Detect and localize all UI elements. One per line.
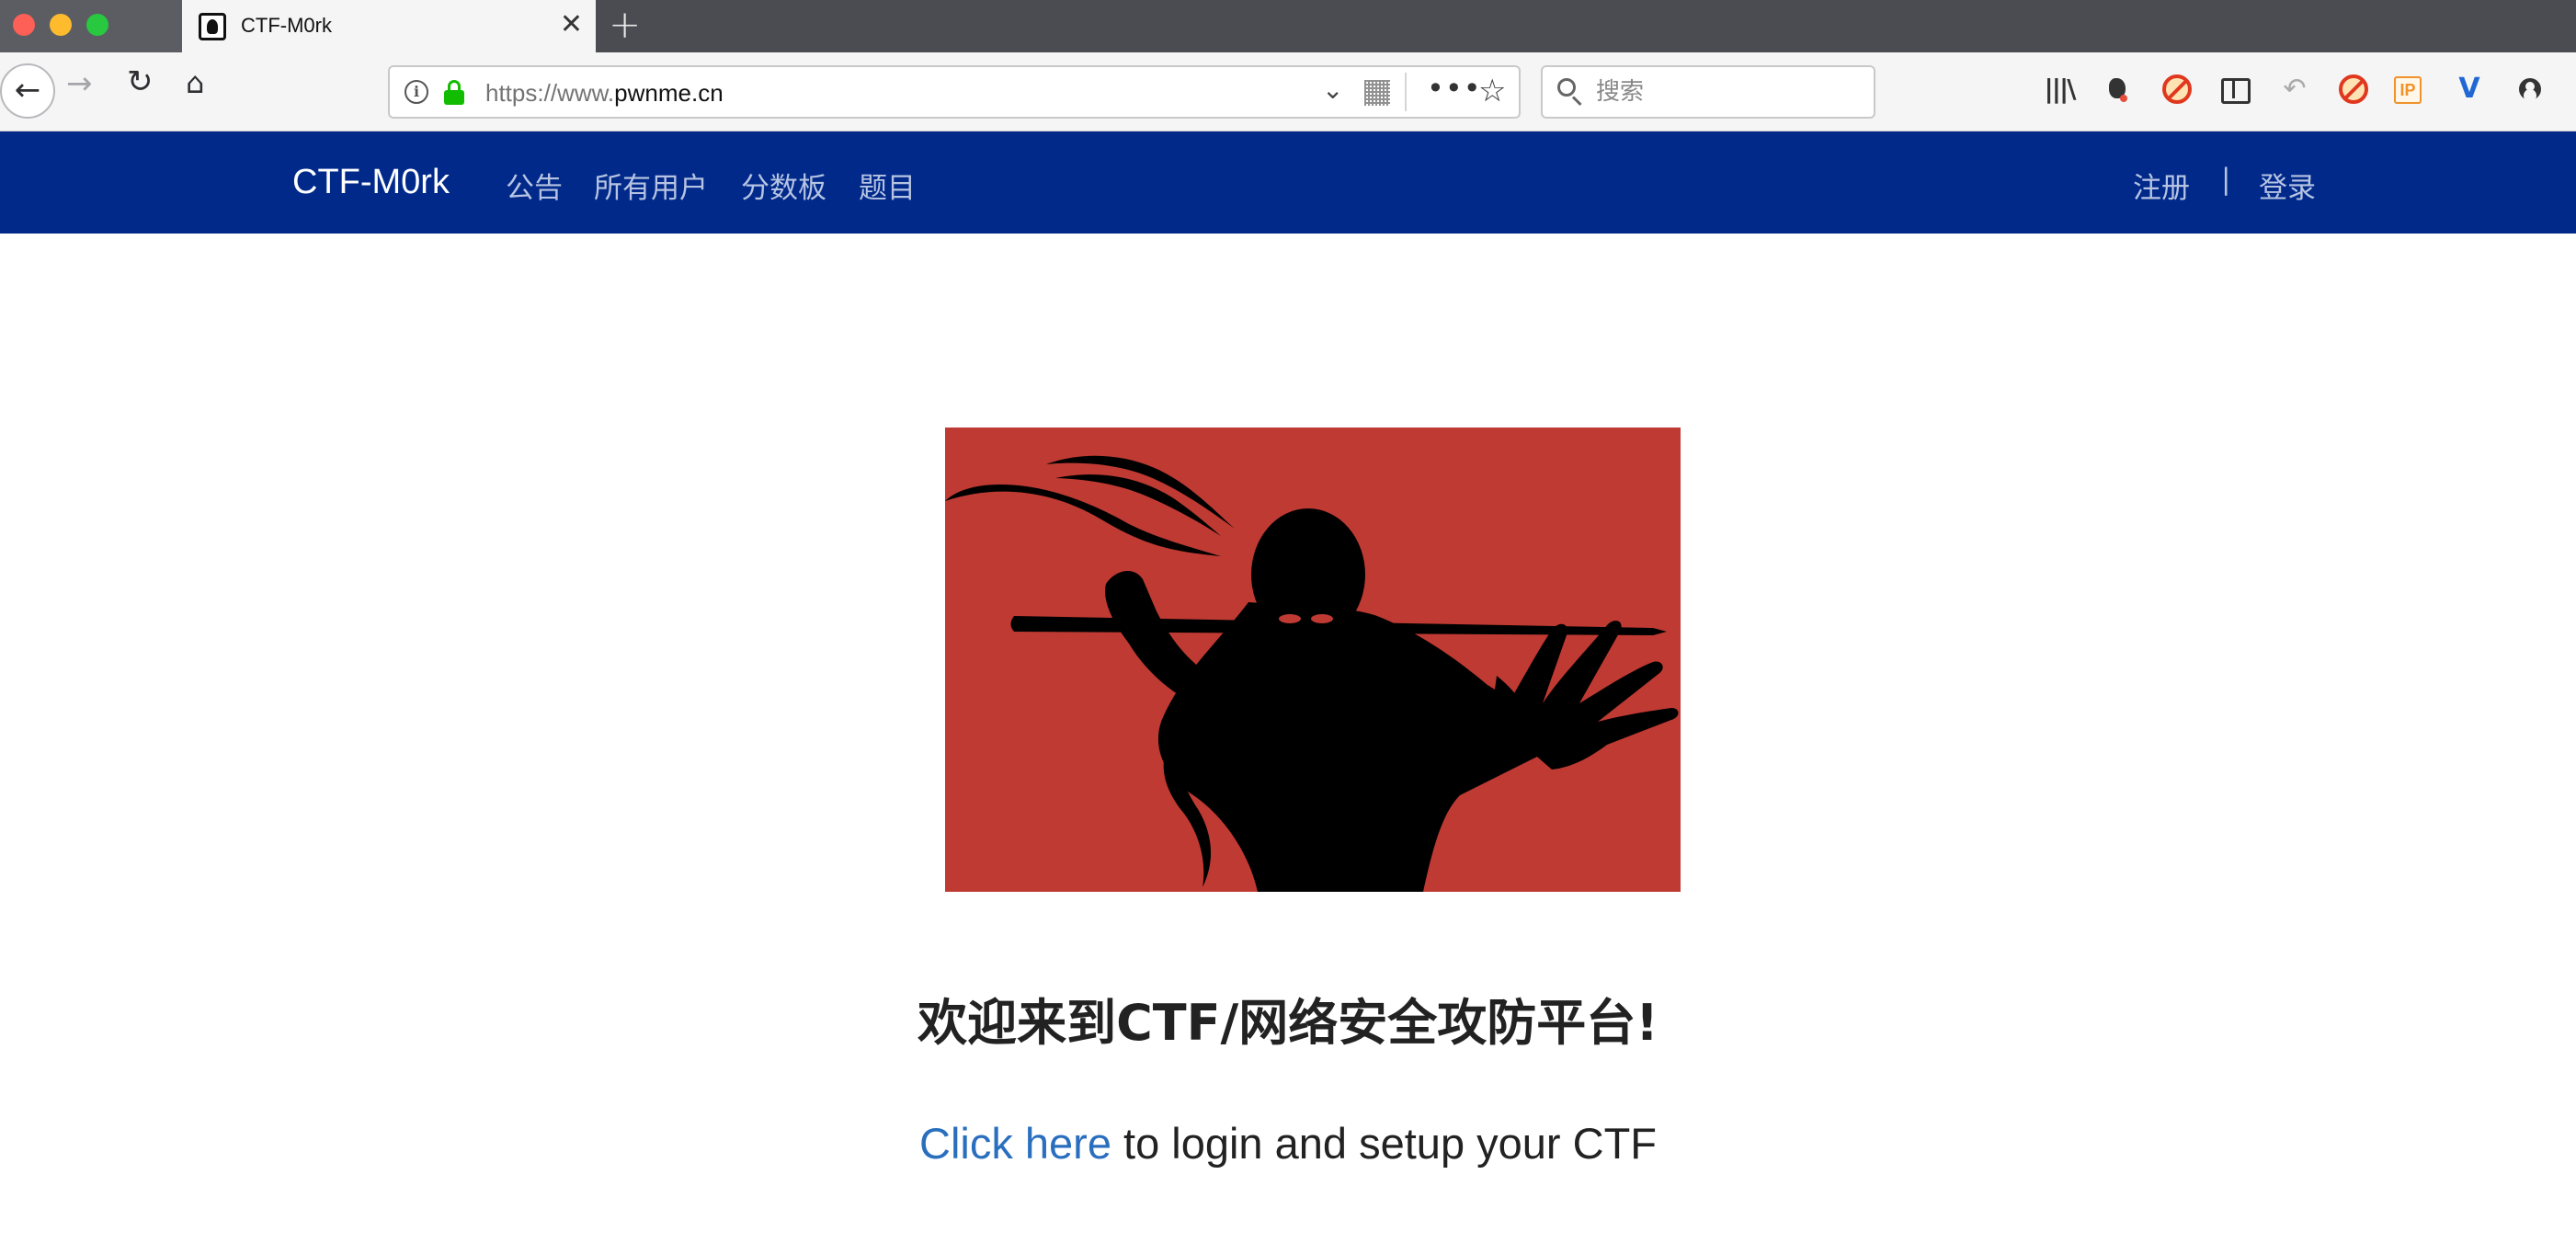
ninja-hero-image	[945, 428, 1681, 892]
url-divider	[1405, 73, 1407, 111]
login-prompt: Click here to login and setup your CTF	[0, 1118, 2576, 1169]
new-tab-icon[interactable]: +	[609, 4, 641, 46]
login-nav-link[interactable]: 登录	[2259, 165, 2316, 206]
evernote-icon[interactable]	[2100, 71, 2137, 108]
sidebar-icon[interactable]	[2216, 71, 2252, 108]
url-text[interactable]: https://www.pwnme.cn	[485, 79, 724, 108]
nav-link-scoreboard[interactable]: 分数板	[741, 165, 826, 206]
nav-link-announcements[interactable]: 公告	[506, 165, 563, 206]
url-domain: pwnme.cn	[614, 79, 724, 107]
brand-link[interactable]: CTF-M0rk	[292, 163, 450, 202]
window-close-button[interactable]	[13, 14, 35, 36]
undo-icon[interactable]: ↶	[2276, 71, 2313, 108]
library-icon[interactable]: |||\	[2041, 71, 2078, 108]
click-here-link[interactable]: Click here	[919, 1119, 1111, 1168]
browser-tab-active[interactable]: CTF-M0rk ✕	[182, 0, 596, 52]
welcome-heading: 欢迎来到CTF/网络安全攻防平台!	[918, 994, 1658, 1052]
back-arrow-icon[interactable]: ←	[0, 63, 55, 119]
ninja-favicon-icon	[199, 13, 226, 40]
url-bar[interactable]: i https://www.pwnme.cn ⌄ ••• ☆	[388, 65, 1521, 119]
window-minimize-button[interactable]	[50, 14, 72, 36]
register-link[interactable]: 注册	[2133, 165, 2190, 206]
blocker-extension-icon[interactable]	[2162, 74, 2192, 104]
chevron-down-icon[interactable]: ⌄	[1322, 74, 1343, 105]
browser-toolbar: ← → ↻ ⌂ i https://www.pwnme.cn ⌄ ••• ☆ |…	[0, 52, 2576, 131]
site-navbar: CTF-M0rk 公告 所有用户 分数板 题目 注册 | 登录	[0, 131, 2576, 234]
search-input[interactable]	[1596, 76, 1853, 108]
tab-title: CTF-M0rk	[241, 14, 332, 37]
v-extension-icon[interactable]: V	[2451, 71, 2488, 108]
forward-arrow-icon[interactable]: →	[66, 65, 93, 102]
login-prompt-text: to login and setup your CTF	[1111, 1119, 1657, 1168]
url-scheme: https://www.	[485, 79, 615, 107]
account-icon[interactable]	[2512, 71, 2548, 108]
tab-close-icon[interactable]: ✕	[560, 9, 583, 40]
auth-separator: |	[2221, 163, 2231, 196]
bookmark-star-icon[interactable]: ☆	[1478, 73, 1506, 109]
qr-code-icon[interactable]	[1364, 80, 1390, 106]
home-icon[interactable]: ⌂	[186, 65, 204, 100]
blocker-extension-icon-2[interactable]	[2339, 74, 2368, 104]
nav-link-challenges[interactable]: 题目	[859, 165, 916, 206]
search-bar[interactable]	[1541, 65, 1875, 119]
nav-link-users[interactable]: 所有用户	[594, 165, 708, 206]
browser-tab-strip: CTF-M0rk ✕ +	[0, 0, 2576, 52]
site-info-icon[interactable]: i	[405, 80, 428, 104]
more-actions-icon[interactable]: •••	[1427, 71, 1482, 106]
window-controls	[0, 0, 182, 52]
window-maximize-button[interactable]	[86, 14, 108, 36]
reload-icon[interactable]: ↻	[127, 63, 154, 100]
search-icon	[1557, 78, 1582, 107]
lock-icon[interactable]	[443, 80, 465, 106]
ip-extension-icon[interactable]: IP	[2394, 76, 2422, 104]
